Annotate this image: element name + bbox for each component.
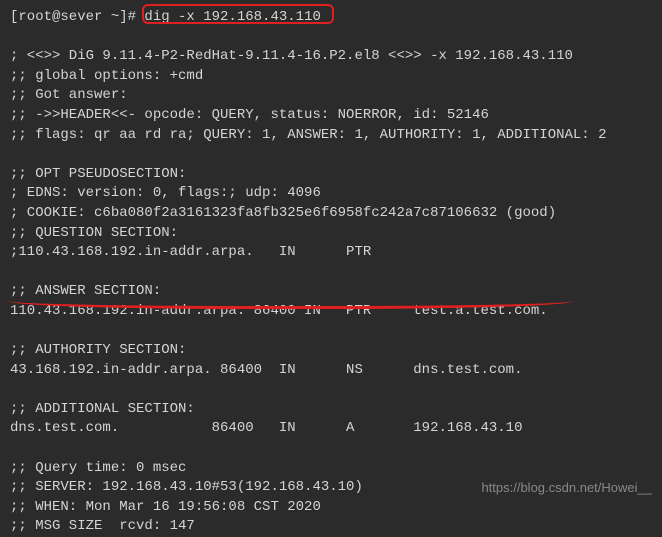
blank-line [10,263,652,283]
authority-record: 43.168.192.in-addr.arpa. 86400 IN NS dns… [10,361,652,381]
global-options-line: ;; global options: +cmd [10,67,652,87]
msg-size-line: ;; MSG SIZE rcvd: 147 [10,517,652,537]
authority-section-header: ;; AUTHORITY SECTION: [10,341,652,361]
got-answer-line: ;; Got answer: [10,86,652,106]
cookie-line: ; COOKIE: c6ba080f2a3161323fa8fb325e6f69… [10,204,652,224]
question-record: ;110.43.168.192.in-addr.arpa. IN PTR [10,243,652,263]
answer-record: 110.43.168.192.in-addr.arpa. 86400 IN PT… [10,302,652,322]
flags-line: ;; flags: qr aa rd ra; QUERY: 1, ANSWER:… [10,126,652,146]
dig-version-line: ; <<>> DiG 9.11.4-P2-RedHat-9.11.4-16.P2… [10,47,652,67]
blank-line [10,439,652,459]
blank-line [10,380,652,400]
blank-line [10,322,652,342]
watermark: https://blog.csdn.net/Howei__ [481,479,652,497]
header-status-line: ;; ->>HEADER<<- opcode: QUERY, status: N… [10,106,652,126]
question-section-header: ;; QUESTION SECTION: [10,224,652,244]
prompt-line: [root@sever ~]# dig -x 192.168.43.110 [10,8,652,28]
additional-section-header: ;; ADDITIONAL SECTION: [10,400,652,420]
shell-prompt: [root@sever ~]# [10,9,144,25]
answer-section-header: ;; ANSWER SECTION: [10,282,652,302]
edns-line: ; EDNS: version: 0, flags:; udp: 4096 [10,184,652,204]
additional-record: dns.test.com. 86400 IN A 192.168.43.10 [10,419,652,439]
blank-line [10,145,652,165]
query-time-line: ;; Query time: 0 msec [10,459,652,479]
dig-command: dig -x 192.168.43.110 [144,9,320,25]
when-line: ;; WHEN: Mon Mar 16 19:56:08 CST 2020 [10,498,652,518]
blank-line [10,28,652,48]
opt-section-header: ;; OPT PSEUDOSECTION: [10,165,652,185]
